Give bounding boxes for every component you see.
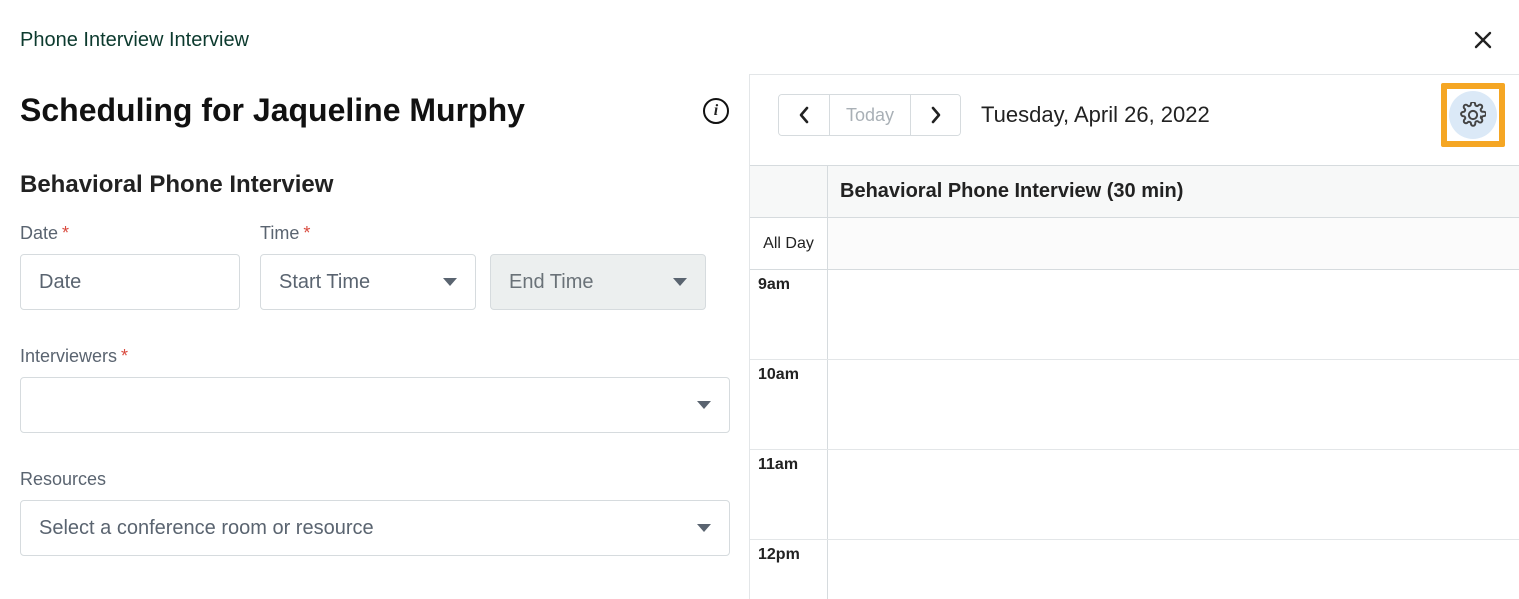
calendar-all-day-label: All Day bbox=[750, 218, 828, 269]
calendar-date-display: Tuesday, April 26, 2022 bbox=[981, 102, 1210, 128]
chevron-down-icon bbox=[443, 278, 457, 286]
date-input[interactable]: Date bbox=[20, 254, 240, 310]
calendar-time-column-header bbox=[750, 166, 828, 217]
close-icon bbox=[1473, 30, 1493, 50]
calendar-prev-button[interactable] bbox=[779, 95, 829, 135]
calendar-body: 9am 10am 11am 12pm bbox=[750, 270, 1519, 599]
breadcrumb: Phone Interview Interview bbox=[20, 29, 249, 52]
highlight-box bbox=[1441, 83, 1505, 147]
calendar-next-button[interactable] bbox=[910, 95, 960, 135]
calendar-all-day-cell[interactable] bbox=[828, 218, 1519, 269]
end-time-placeholder: End Time bbox=[509, 271, 593, 294]
resources-label: Resources bbox=[20, 469, 729, 490]
resources-placeholder: Select a conference room or resource bbox=[39, 517, 374, 540]
date-placeholder: Date bbox=[39, 271, 81, 294]
calendar-hour-cell[interactable] bbox=[828, 270, 1519, 359]
calendar-column-header: Behavioral Phone Interview (30 min) bbox=[828, 166, 1519, 217]
calendar-hour-label: 9am bbox=[750, 270, 828, 359]
interviewers-label: Interviewers* bbox=[20, 346, 729, 367]
calendar-hour-cell[interactable] bbox=[828, 540, 1519, 599]
start-time-select[interactable]: Start Time bbox=[260, 254, 476, 310]
chevron-right-icon bbox=[930, 106, 942, 124]
calendar-settings-button[interactable] bbox=[1449, 91, 1497, 139]
resources-select[interactable]: Select a conference room or resource bbox=[20, 500, 730, 556]
start-time-placeholder: Start Time bbox=[279, 271, 370, 294]
calendar-hour-label: 11am bbox=[750, 450, 828, 539]
gear-icon bbox=[1460, 102, 1486, 128]
interviewers-select[interactable] bbox=[20, 377, 730, 433]
chevron-down-icon bbox=[673, 278, 687, 286]
chevron-down-icon bbox=[697, 524, 711, 532]
chevron-down-icon bbox=[697, 401, 711, 409]
calendar-hour-cell[interactable] bbox=[828, 450, 1519, 539]
chevron-left-icon bbox=[798, 106, 810, 124]
section-title: Behavioral Phone Interview bbox=[20, 171, 729, 199]
calendar-hour-label: 12pm bbox=[750, 540, 828, 599]
calendar-today-button[interactable]: Today bbox=[829, 95, 910, 135]
date-label: Date* bbox=[20, 223, 240, 244]
page-title: Scheduling for Jaqueline Murphy bbox=[20, 92, 525, 129]
info-icon[interactable]: i bbox=[703, 98, 729, 124]
calendar-hour-label: 10am bbox=[750, 360, 828, 449]
calendar-hour-cell[interactable] bbox=[828, 360, 1519, 449]
end-time-select[interactable]: End Time bbox=[490, 254, 706, 310]
close-button[interactable] bbox=[1467, 24, 1499, 56]
time-label: Time* bbox=[260, 223, 706, 244]
